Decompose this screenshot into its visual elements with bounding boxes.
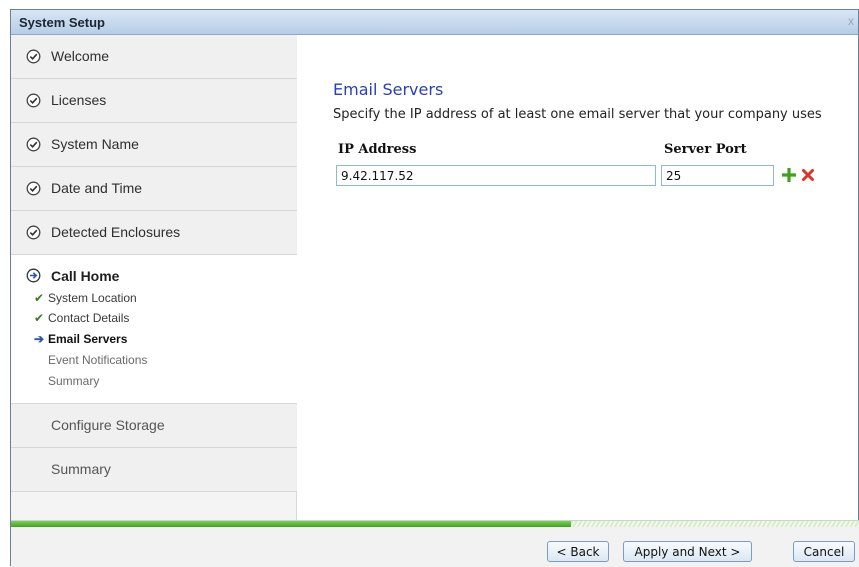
substep-summary: Summary bbox=[48, 374, 100, 388]
check-circle-icon bbox=[26, 93, 41, 108]
substep-email-servers: ➔ Email Servers bbox=[34, 332, 128, 346]
arrow-circle-icon bbox=[26, 268, 41, 283]
step-label: System Name bbox=[51, 136, 139, 152]
step-licenses[interactable]: Licenses bbox=[11, 79, 297, 123]
step-summary: Summary bbox=[11, 448, 297, 492]
step-label: Call Home bbox=[51, 268, 120, 284]
checkmark-icon: ✔ bbox=[34, 311, 45, 325]
arrow-right-icon: ➔ bbox=[34, 332, 45, 346]
step-date-and-time[interactable]: Date and Time bbox=[11, 167, 297, 211]
section-description: Specify the IP address of at least one e… bbox=[333, 107, 822, 122]
server-port-input[interactable] bbox=[661, 165, 774, 186]
step-label: Welcome bbox=[51, 48, 110, 64]
dialog-title: System Setup bbox=[19, 15, 105, 30]
close-icon[interactable]: x bbox=[848, 14, 854, 28]
wizard-progress-bar bbox=[11, 520, 859, 527]
delete-x-icon[interactable] bbox=[801, 168, 815, 182]
wizard-sidebar: Welcome Licenses System Name Date and Ti… bbox=[11, 35, 297, 520]
section-title: Email Servers bbox=[333, 80, 444, 99]
substep-event-notifications: Event Notifications bbox=[48, 353, 148, 367]
main-content: Email Servers Specify the IP address of … bbox=[298, 35, 858, 520]
step-label: Date and Time bbox=[51, 180, 143, 196]
ip-address-input[interactable] bbox=[336, 165, 656, 186]
check-circle-icon bbox=[26, 137, 41, 152]
check-circle-icon bbox=[26, 225, 41, 240]
server-port-header: Server Port bbox=[664, 142, 747, 157]
ip-address-header: IP Address bbox=[338, 142, 417, 157]
system-setup-dialog: System Setup x Welcome Licenses System N… bbox=[10, 9, 859, 567]
plus-icon[interactable] bbox=[782, 168, 796, 182]
substep-system-location: ✔ System Location bbox=[34, 291, 137, 305]
back-button[interactable]: < Back bbox=[547, 541, 609, 562]
step-label: Licenses bbox=[51, 92, 107, 108]
checkmark-icon: ✔ bbox=[34, 291, 45, 305]
step-system-name[interactable]: System Name bbox=[11, 123, 297, 167]
cancel-button[interactable]: Cancel bbox=[793, 541, 855, 562]
step-label: Summary bbox=[51, 461, 111, 477]
step-detected-enclosures[interactable]: Detected Enclosures bbox=[11, 211, 297, 255]
step-label: Configure Storage bbox=[51, 417, 165, 433]
title-bar: System Setup x bbox=[11, 10, 858, 35]
apply-and-next-button[interactable]: Apply and Next > bbox=[623, 541, 752, 562]
substep-contact-details: ✔ Contact Details bbox=[34, 311, 130, 325]
step-call-home: Call Home ✔ System Location ✔ Contact Deta… bbox=[11, 255, 297, 404]
check-circle-icon bbox=[26, 49, 41, 64]
step-configure-storage: Configure Storage bbox=[11, 404, 297, 448]
step-label: Detected Enclosures bbox=[51, 224, 181, 240]
check-circle-icon bbox=[26, 181, 41, 196]
step-welcome[interactable]: Welcome bbox=[11, 35, 297, 79]
dialog-footer: < Back Apply and Next > Cancel bbox=[11, 527, 859, 567]
